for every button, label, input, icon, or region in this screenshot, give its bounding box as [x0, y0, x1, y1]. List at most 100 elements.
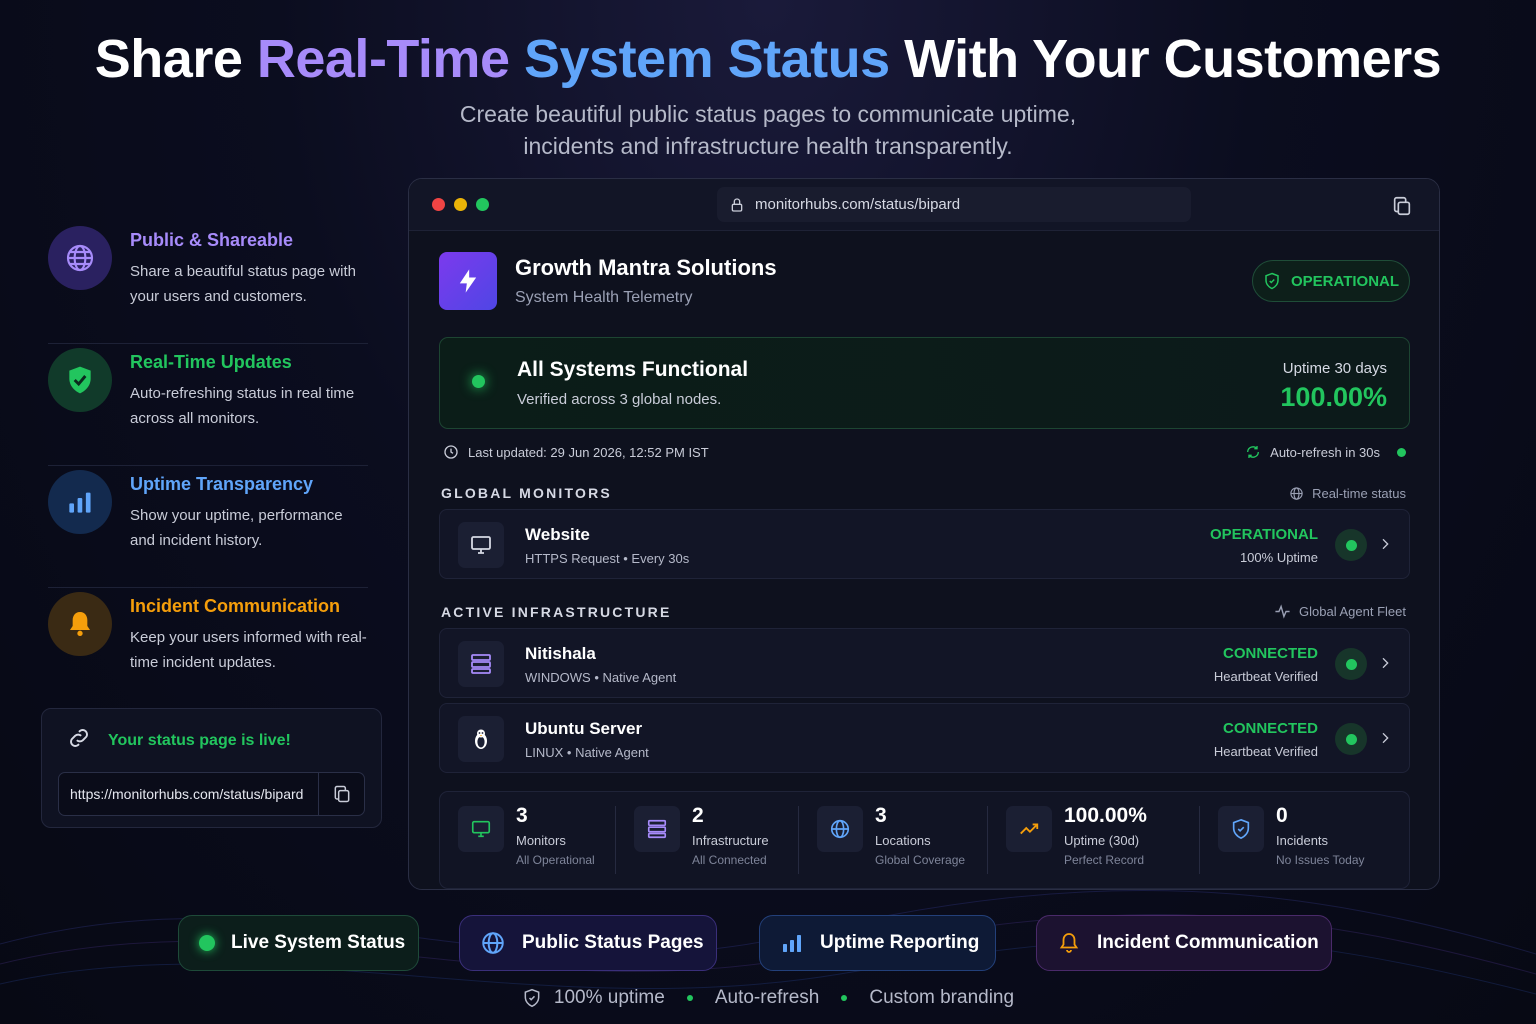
stat-sub: All Operational: [516, 853, 595, 867]
row-subtitle: HTTPS Request • Every 30s: [525, 551, 690, 566]
row-status: CONNECTED: [1222, 645, 1318, 662]
footer-item: Auto-refresh: [714, 987, 820, 1008]
status-page-live-card: Your status page is live! https://monito…: [41, 708, 382, 828]
bar-chart-icon: [48, 470, 112, 534]
stat-value: 3: [516, 804, 528, 827]
row-title: Nitishala: [525, 644, 596, 663]
org-header: Growth Mantra Solutions System Health Te…: [439, 251, 1410, 311]
feature-real-time-updates: Real-Time Updates Auto-refreshing status…: [48, 344, 368, 466]
stat-label: Incidents: [1276, 833, 1329, 848]
last-updated-text: Last updated: 29 Jun 2026, 12:52 PM IST: [468, 444, 709, 460]
trend-up-icon: [1006, 806, 1052, 852]
bar-chart-icon: [783, 935, 801, 952]
server-icon: [458, 641, 504, 687]
stat-sub: All Connected: [692, 853, 767, 867]
stat-infrastructure: 2 Infrastructure All Connected: [616, 804, 799, 874]
feature-desc: Keep your users informed with real-time …: [130, 629, 367, 671]
pill-public-status-pages[interactable]: Public Status Pages: [459, 915, 717, 971]
pill-incident-communication[interactable]: Incident Communication: [1036, 915, 1332, 971]
pill-label: Live System Status: [231, 932, 406, 953]
globe-icon: [817, 806, 863, 852]
copy-url-button[interactable]: [318, 773, 364, 815]
status-indicator: [1335, 648, 1367, 680]
feature-public-shareable: Public & Shareable Share a beautiful sta…: [48, 222, 368, 344]
uptime-label: Uptime 30 days: [1282, 360, 1387, 377]
feature-title: Real-Time Updates: [130, 352, 292, 372]
feature-desc: Show your uptime, performance and incide…: [130, 507, 343, 549]
status-indicator-dot: [472, 375, 485, 388]
feature-title: Public & Shareable: [130, 230, 294, 250]
status-indicator: [1335, 723, 1367, 755]
separator-dot: [686, 995, 693, 1001]
feature-uptime-transparency: Uptime Transparency Show your uptime, pe…: [48, 466, 368, 588]
row-title: Ubuntu Server: [525, 719, 643, 738]
operational-status-text: OPERATIONAL: [1290, 272, 1400, 290]
status-url-text[interactable]: https://monitorhubs.com/status/bipard: [59, 786, 318, 802]
shield-icon: [1218, 806, 1264, 852]
monitor-icon: [458, 522, 504, 568]
pill-uptime-reporting[interactable]: Uptime Reporting: [759, 915, 996, 971]
row-title: Website: [525, 525, 590, 544]
stat-label: Infrastructure: [692, 833, 769, 848]
monitor-row-website[interactable]: Website HTTPS Request • Every 30s OPERAT…: [439, 509, 1410, 579]
footer-item: 100% uptime: [553, 987, 665, 1008]
infra-row-nitishala[interactable]: Nitishala WINDOWS • Native Agent CONNECT…: [439, 628, 1410, 698]
refresh-icon: [1247, 446, 1260, 458]
address-bar[interactable]: monitorhubs.com/status/bipard: [717, 187, 1191, 222]
copy-icon: [334, 785, 349, 803]
separator-dot: [841, 995, 848, 1001]
chevron-right-icon[interactable]: [1377, 536, 1393, 552]
stat-sub: Perfect Record: [1064, 853, 1145, 867]
refresh-status-dot: [1397, 447, 1406, 457]
stat-value: 100.00%: [1064, 804, 1147, 827]
row-status: OPERATIONAL: [1209, 526, 1318, 543]
operational-status-badge: OPERATIONAL: [1252, 260, 1410, 302]
status-url-field[interactable]: https://monitorhubs.com/status/bipard: [58, 772, 365, 816]
pill-label: Uptime Reporting: [820, 932, 980, 953]
auto-refresh-text: Auto-refresh in 30s: [1270, 444, 1380, 460]
lock-icon: [731, 197, 743, 212]
feature-incident-communication: Incident Communication Keep your users i…: [48, 588, 368, 710]
status-meta: Last updated: 29 Jun 2026, 12:52 PM IST …: [439, 443, 1410, 461]
linux-penguin-icon: [458, 716, 504, 762]
pill-label: Public Status Pages: [522, 932, 704, 953]
clock-icon: [444, 445, 458, 459]
close-window-button[interactable]: [432, 198, 445, 211]
infra-row-ubuntu-server[interactable]: Ubuntu Server LINUX • Native Agent CONNE…: [439, 703, 1410, 773]
chevron-right-icon[interactable]: [1377, 730, 1393, 746]
row-status: CONNECTED: [1222, 720, 1318, 737]
section-title: GLOBAL MONITORS: [441, 485, 612, 501]
uptime-value: 100.00%: [1280, 382, 1387, 412]
stat-value: 3: [875, 804, 887, 827]
browser-window: monitorhubs.com/status/bipard Growth Man…: [408, 178, 1440, 890]
status-indicator: [1335, 529, 1367, 561]
browser-topbar: monitorhubs.com/status/bipard: [409, 179, 1439, 231]
system-status-banner: All Systems Functional Verified across 3…: [439, 337, 1410, 429]
live-card-title: Your status page is live!: [108, 731, 291, 749]
feature-list: Public & Shareable Share a beautiful sta…: [48, 222, 368, 710]
pill-live-system-status[interactable]: Live System Status: [178, 915, 419, 971]
globe-icon: [482, 932, 504, 954]
lightning-icon: [439, 252, 497, 310]
feature-desc: Auto-refreshing status in real time acro…: [130, 385, 355, 427]
maximize-window-button[interactable]: [476, 198, 489, 211]
stat-value: 2: [692, 804, 704, 827]
stat-label: Locations: [875, 833, 931, 848]
hero-subtitle: Create beautiful public status pages to …: [459, 101, 1077, 159]
shield-icon: [1265, 272, 1279, 290]
section-right-label: Global Agent Fleet: [1299, 604, 1406, 619]
chevron-right-icon[interactable]: [1377, 655, 1393, 671]
system-status-subtitle: Verified across 3 global nodes.: [517, 391, 722, 408]
copy-address-button[interactable]: [1391, 195, 1413, 222]
stat-incidents: 0 Incidents No Issues Today: [1200, 804, 1400, 874]
shield-check-icon: [524, 988, 540, 1008]
row-subtitle: WINDOWS • Native Agent: [525, 670, 677, 685]
status-page-content: Growth Mantra Solutions System Health Te…: [439, 251, 1410, 889]
minimize-window-button[interactable]: [454, 198, 467, 211]
row-note: Heartbeat Verified: [1213, 744, 1318, 759]
feature-title: Incident Communication: [130, 596, 341, 616]
org-name: Growth Mantra Solutions: [515, 255, 777, 280]
bell-icon: [48, 592, 112, 656]
row-note: 100% Uptime: [1239, 550, 1318, 565]
copy-icon: [1393, 196, 1411, 216]
